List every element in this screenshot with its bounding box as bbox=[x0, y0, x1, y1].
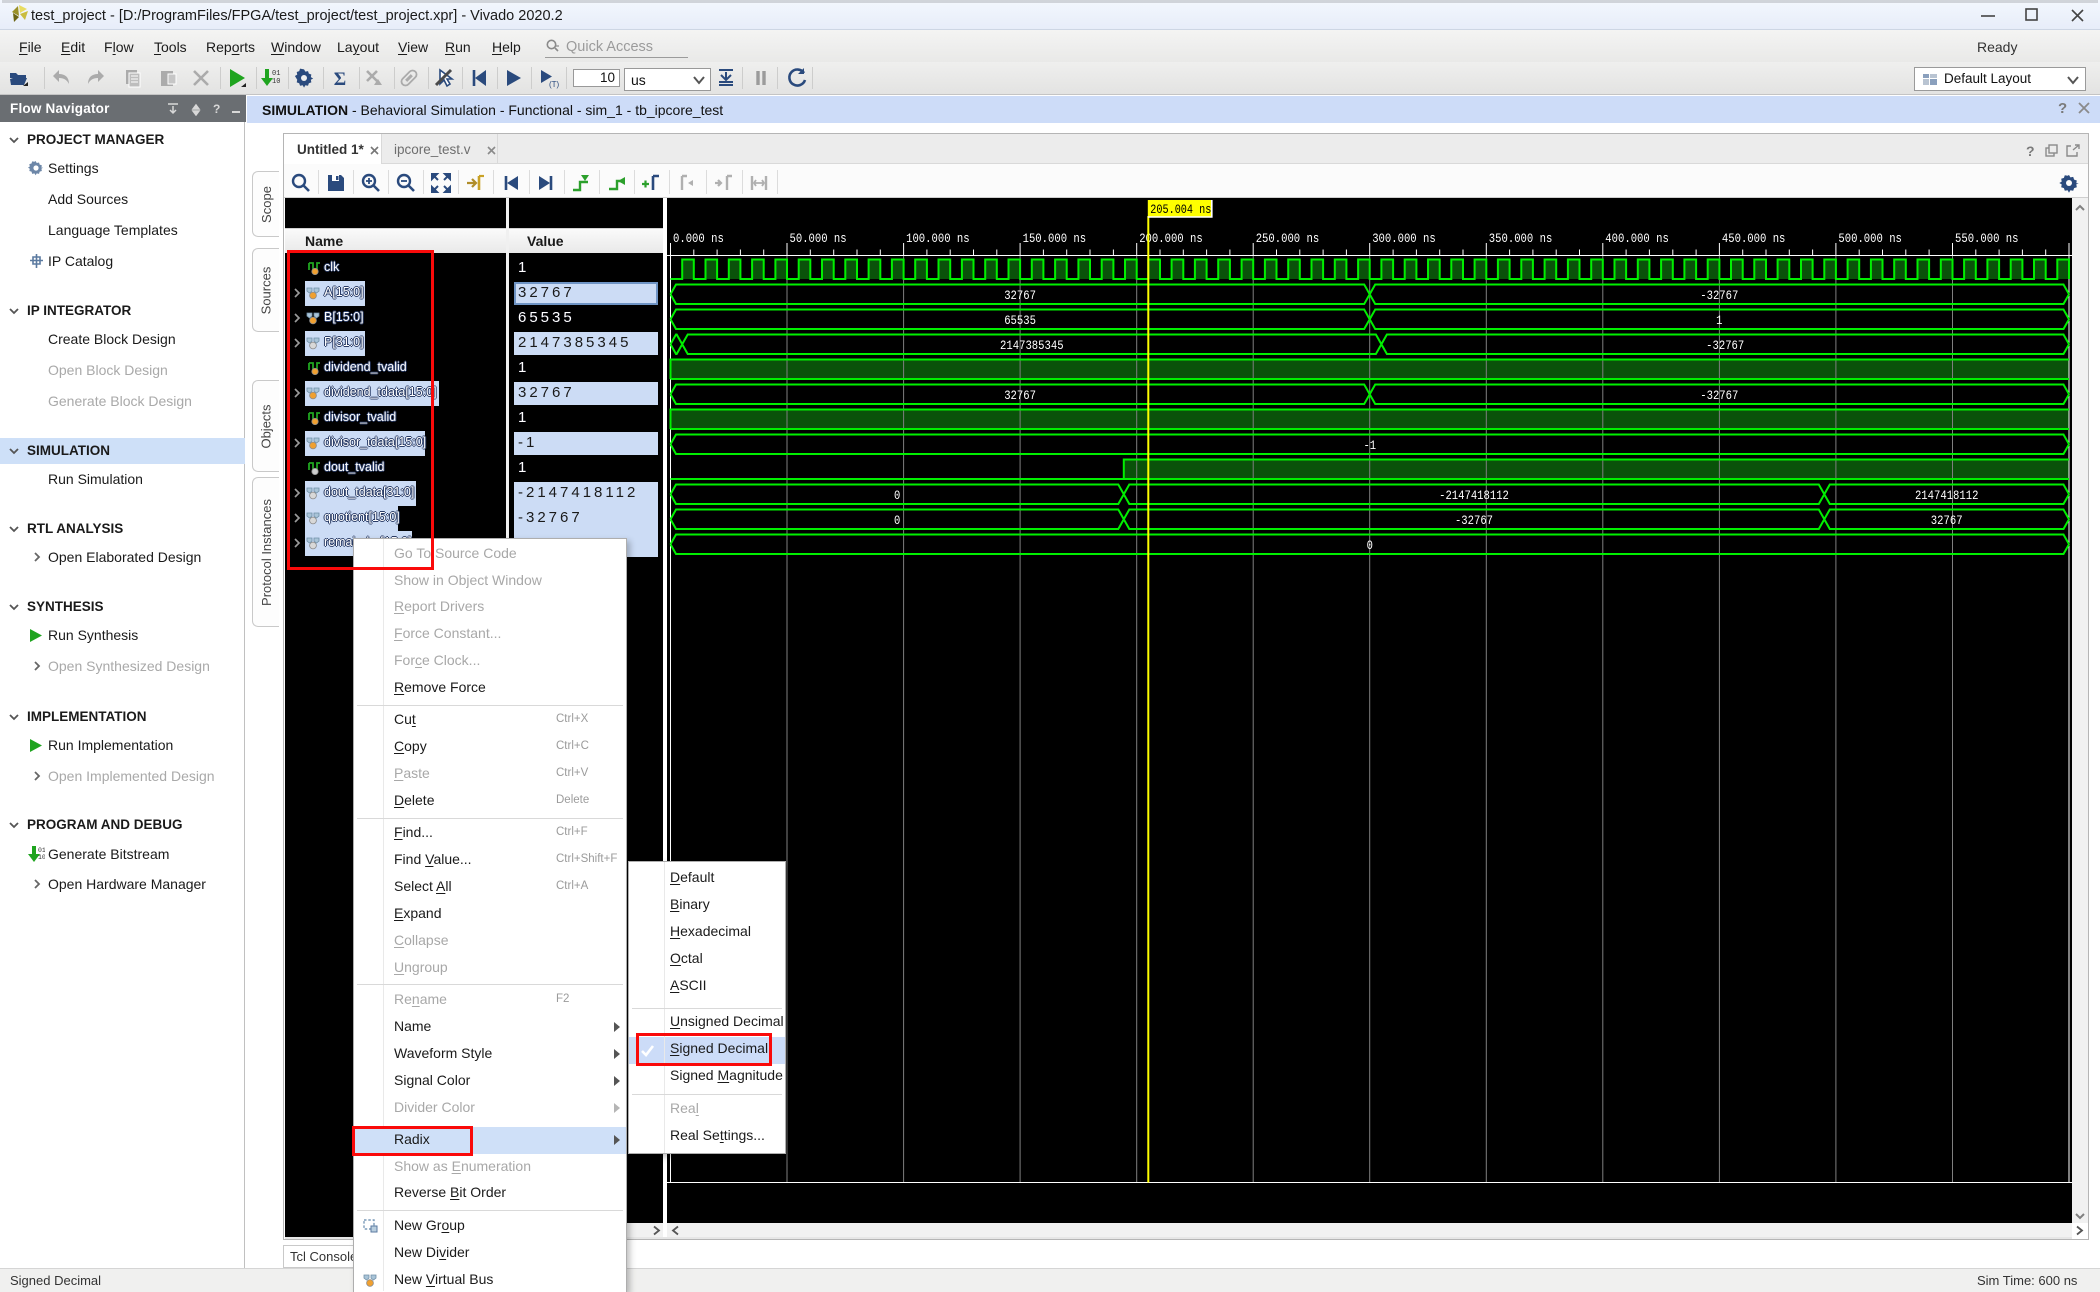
svg-text:500.000 ns: 500.000 ns bbox=[1838, 232, 1902, 246]
svg-text:32767: 32767 bbox=[1004, 389, 1036, 403]
svg-text:-1: -1 bbox=[1363, 439, 1376, 453]
svg-text:10: 10 bbox=[38, 854, 45, 861]
svg-text:-32767: -32767 bbox=[1700, 289, 1738, 303]
svg-text:65535: 65535 bbox=[1004, 314, 1036, 328]
svg-text:10: 10 bbox=[272, 78, 280, 86]
svg-text:(T): (T) bbox=[549, 80, 560, 89]
svg-text:1: 1 bbox=[1716, 314, 1722, 328]
svg-text:150.000 ns: 150.000 ns bbox=[1023, 232, 1087, 246]
svg-text:-32767: -32767 bbox=[1700, 389, 1738, 403]
svg-text:0: 0 bbox=[894, 514, 900, 528]
svg-text:32767: 32767 bbox=[1931, 514, 1963, 528]
svg-text:-2147418112: -2147418112 bbox=[1439, 489, 1509, 503]
svg-text:-32767: -32767 bbox=[1706, 339, 1744, 353]
svg-text:0: 0 bbox=[1367, 539, 1373, 553]
svg-text:2147385345: 2147385345 bbox=[1000, 339, 1064, 353]
svg-text:250.000 ns: 250.000 ns bbox=[1256, 232, 1320, 246]
svg-text:450.000 ns: 450.000 ns bbox=[1722, 232, 1786, 246]
svg-text:550.000 ns: 550.000 ns bbox=[1955, 232, 2019, 246]
svg-text:01: 01 bbox=[272, 70, 280, 78]
svg-text:Σ: Σ bbox=[334, 69, 346, 90]
svg-text:300.000 ns: 300.000 ns bbox=[1372, 232, 1436, 246]
svg-text:?: ? bbox=[213, 102, 220, 116]
svg-text:-32767: -32767 bbox=[1455, 514, 1493, 528]
svg-text:0: 0 bbox=[894, 489, 900, 503]
svg-text:2147418112: 2147418112 bbox=[1915, 489, 1979, 503]
svg-text:400.000 ns: 400.000 ns bbox=[1605, 232, 1669, 246]
svg-text:01: 01 bbox=[38, 847, 45, 854]
svg-text:350.000 ns: 350.000 ns bbox=[1489, 232, 1553, 246]
svg-text:205.004 ns: 205.004 ns bbox=[1150, 203, 1211, 217]
svg-text:32767: 32767 bbox=[1004, 289, 1036, 303]
svg-text:50.000 ns: 50.000 ns bbox=[790, 232, 847, 246]
svg-text:100.000 ns: 100.000 ns bbox=[906, 232, 970, 246]
svg-text:0.000 ns: 0.000 ns bbox=[673, 232, 724, 246]
